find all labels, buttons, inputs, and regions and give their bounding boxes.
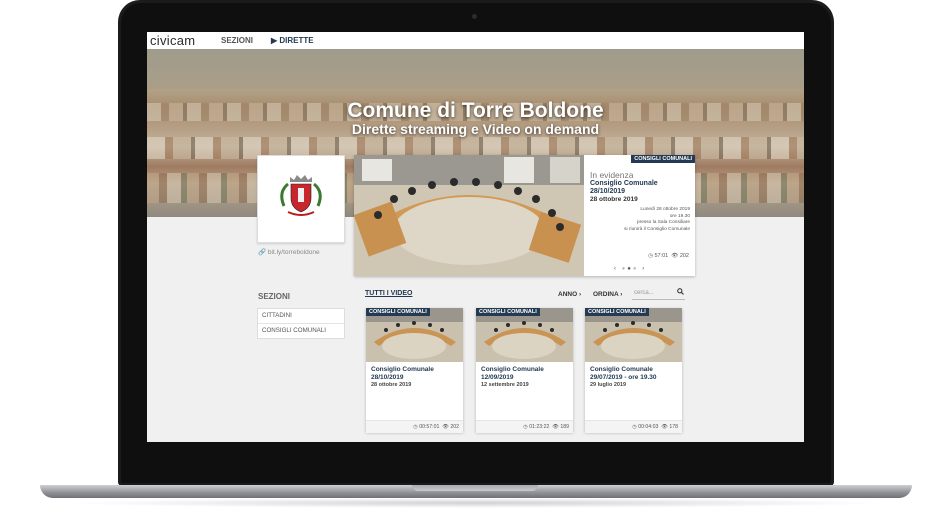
search-icon[interactable] — [677, 288, 684, 297]
clock-icon: ◷ — [413, 424, 418, 430]
council-room-image — [354, 155, 584, 276]
carousel-next-button[interactable]: › — [642, 266, 646, 272]
featured-date: 28 ottobre 2019 — [590, 196, 638, 203]
video-title[interactable]: Consiglio Comunale 12/09/2019 — [481, 366, 571, 381]
section-item-consigli-comunali[interactable]: CONSIGLI COMUNALI — [258, 324, 344, 338]
chevron-right-icon: › — [620, 291, 623, 298]
video-date: 28 ottobre 2019 — [371, 382, 412, 388]
chevron-right-icon: › — [578, 291, 582, 298]
featured-title[interactable]: Consiglio Comunale 28/10/2019 — [590, 180, 690, 196]
video-card[interactable]: CONSIGLI COMUNALI Consiglio Comunale 12/… — [476, 308, 573, 433]
category-badge[interactable]: CONSIGLI COMUNALI — [366, 308, 430, 316]
featured-thumbnail[interactable] — [354, 155, 584, 276]
top-navbar: civicam SEZIONI ▶ DIRETTE — [147, 32, 804, 49]
hero-subtitle: Dirette streaming e Video on demand — [351, 121, 600, 137]
laptop-notch — [412, 485, 538, 491]
sections-title: SEZIONI — [258, 292, 291, 301]
order-filter[interactable]: ORDINA › — [593, 291, 622, 298]
carousel-dot[interactable]: ● — [633, 266, 639, 272]
featured-video-card[interactable]: CONSIGLI COMUNALI In evidenza Consiglio … — [354, 155, 695, 276]
clock-icon: ◷ — [523, 424, 528, 430]
video-date: 29 luglio 2019 — [590, 382, 627, 388]
video-stats: ◷ 00:04:03 👁 178 — [585, 420, 682, 433]
nav-dirette[interactable]: ▶ DIRETTE — [271, 36, 314, 45]
video-date: 12 settembre 2019 — [481, 382, 529, 388]
civicam-logo[interactable]: civicam — [150, 33, 195, 48]
clock-icon: ◷ — [632, 424, 637, 430]
category-badge[interactable]: CONSIGLI COMUNALI — [476, 308, 540, 316]
nav-sezioni[interactable]: SEZIONI — [221, 36, 253, 45]
hero-title: Comune di Torre Boldone — [347, 99, 604, 122]
video-title[interactable]: Consiglio Comunale 28/10/2019 — [371, 366, 461, 381]
video-stats: ◷ 01:23:22 👁 189 — [476, 420, 573, 433]
video-card[interactable]: CONSIGLI COMUNALI Consiglio Comunale 28/… — [366, 308, 463, 433]
clock-icon: ◷ — [648, 253, 653, 259]
video-thumbnail[interactable]: CONSIGLI COMUNALI — [476, 308, 573, 362]
section-item-cittadini[interactable]: CITTADINI — [258, 309, 344, 324]
eye-icon: 👁 — [552, 424, 559, 430]
laptop-shadow — [60, 498, 892, 508]
year-filter[interactable]: ANNO › — [558, 291, 581, 298]
sections-list: CITTADINI CONSIGLI COMUNALI — [257, 308, 345, 339]
eye-icon: 👁 — [671, 253, 679, 259]
short-link[interactable]: 🔗 bit.ly/torreboldone — [258, 248, 320, 256]
search-input[interactable]: cerca... — [632, 288, 685, 300]
search-placeholder: cerca... — [634, 290, 654, 296]
video-stats: ◷ 00:57:01 👁 202 — [366, 420, 463, 433]
category-badge[interactable]: CONSIGLI COMUNALI — [585, 308, 649, 316]
carousel-controls: ‹ ●●● › — [614, 266, 646, 272]
browser-screen: civicam SEZIONI ▶ DIRETTE Comune di Torr… — [147, 32, 804, 442]
featured-heading: In evidenza — [590, 170, 634, 180]
eye-icon: 👁 — [661, 424, 668, 430]
hero-hills — [147, 49, 804, 89]
carousel-prev-button[interactable]: ‹ — [614, 266, 618, 272]
video-thumbnail[interactable]: CONSIGLI COMUNALI — [585, 308, 682, 362]
featured-info: CONSIGLI COMUNALI In evidenza Consiglio … — [584, 155, 695, 276]
category-badge[interactable]: CONSIGLI COMUNALI — [631, 155, 695, 163]
municipality-crest-card[interactable] — [257, 155, 345, 243]
video-card[interactable]: CONSIGLI COMUNALI Consiglio Comunale 29/… — [585, 308, 682, 433]
video-thumbnail[interactable]: CONSIGLI COMUNALI — [366, 308, 463, 362]
crest-icon — [280, 175, 322, 216]
featured-description: Lunedì 28 ottobre 2019 ore 19.30 presso … — [624, 207, 690, 232]
all-videos-link[interactable]: TUTTI I VIDEO — [365, 290, 412, 297]
video-title[interactable]: Consiglio Comunale 29/07/2019 - ore 19.3… — [590, 366, 680, 381]
webcam — [472, 14, 477, 19]
featured-stats: ◷ 57:01 👁 202 — [648, 253, 689, 259]
eye-icon: 👁 — [442, 424, 449, 430]
